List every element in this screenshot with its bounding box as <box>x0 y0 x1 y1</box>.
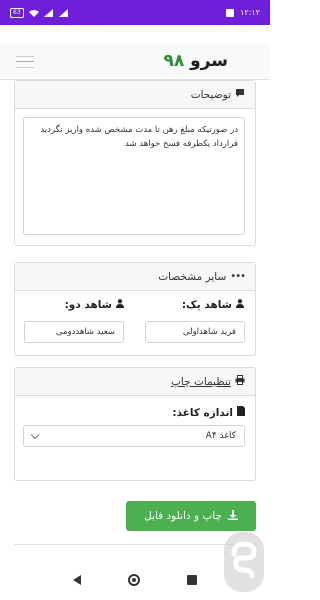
signal-icon <box>44 8 54 18</box>
other-info-card-body: شاهد یک: فرید شاهداولی شاهد دو: سعید شاه… <box>15 291 255 355</box>
file-icon <box>237 406 245 419</box>
paper-size-select[interactable]: کاغذ A۴ <box>23 425 245 447</box>
paper-size-label: اندازه کاغذ: <box>172 406 233 419</box>
paper-size-value: کاغذ A۴ <box>205 431 236 441</box>
signal-icon-2 <box>59 8 69 18</box>
status-bar: 63 ۱۲:۱۲ <box>0 0 270 25</box>
witness1-label-group: شاهد یک: <box>182 299 244 311</box>
print-settings-title[interactable]: تنظیمات چاپ <box>171 376 231 388</box>
brand-number: ۹۸ <box>163 51 185 71</box>
print-download-label: چاپ و دانلود فایل <box>144 510 222 522</box>
user-icon-2 <box>116 299 124 311</box>
other-info-card: ••• سایر مشخصات شاهد یک: فرید شاهداولی ش… <box>14 262 256 356</box>
printer-icon <box>235 375 245 388</box>
menu-icon[interactable] <box>16 56 34 68</box>
header-spacer <box>0 25 270 44</box>
brand-text: سرو <box>190 51 228 71</box>
description-card: توضیحات در صورتیکه مبلغ رهن تا مدت مشخص … <box>14 80 256 246</box>
download-icon <box>227 509 238 523</box>
recent-apps-icon[interactable] <box>186 575 197 585</box>
home-icon[interactable] <box>127 574 140 586</box>
witness2-label: شاهد دو: <box>64 299 112 311</box>
witness1-label: شاهد یک: <box>181 299 232 311</box>
description-card-header: توضیحات <box>15 81 255 109</box>
witness2-input[interactable]: سعید شاهددومی <box>24 321 124 343</box>
back-icon[interactable] <box>73 575 82 585</box>
status-right: ۱۲:۱۲ <box>225 8 260 18</box>
description-textarea[interactable]: در صورتیکه مبلغ رهن تا مدت مشخص شده واری… <box>23 117 245 235</box>
description-title: توضیحات <box>190 88 231 101</box>
top-navbar: سرو ۹۸ <box>0 44 270 80</box>
other-info-title: سایر مشخصات <box>158 270 227 283</box>
notification-icon <box>225 8 235 18</box>
comment-icon <box>235 88 245 101</box>
brand-logo[interactable]: سرو ۹۸ <box>163 51 228 71</box>
description-card-body: در صورتیکه مبلغ رهن تا مدت مشخص شده واری… <box>15 109 255 243</box>
witness2-label-group: شاهد دو: <box>65 299 124 311</box>
print-settings-card-body: اندازه کاغذ: کاغذ A۴ <box>15 396 255 455</box>
print-settings-card-header: تنظیمات چاپ <box>15 368 255 396</box>
dots-icon: ••• <box>230 271 246 282</box>
paper-size-label-group: اندازه کاغذ: <box>25 406 245 419</box>
chevron-down-icon <box>30 430 40 439</box>
print-settings-card: تنظیمات چاپ اندازه کاغذ: کاغذ A۴ <box>14 367 256 481</box>
status-left: 63 <box>10 7 69 18</box>
witness1-input[interactable]: فرید شاهداولی <box>145 321 245 343</box>
status-time: ۱۲:۱۲ <box>240 8 260 17</box>
wifi-icon <box>28 8 39 18</box>
other-info-card-header: ••• سایر مشخصات <box>15 263 255 291</box>
user-icon <box>236 299 244 311</box>
battery-icon: 63 <box>10 7 24 18</box>
system-nav-bar <box>0 560 270 600</box>
